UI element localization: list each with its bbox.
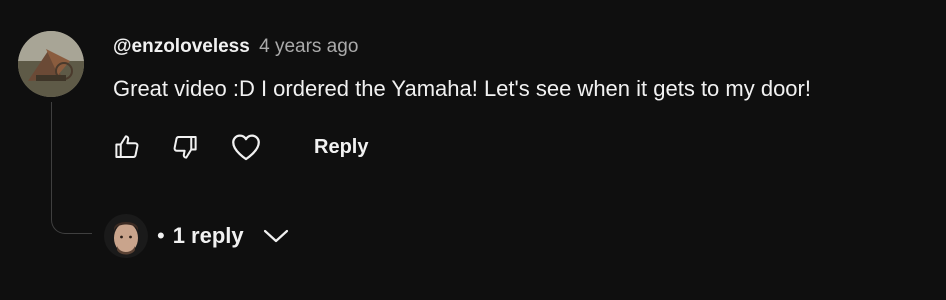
reply-button[interactable]: Reply xyxy=(304,130,378,164)
view-replies-button[interactable]: • 1 reply xyxy=(104,213,290,259)
thumbs-up-icon xyxy=(115,135,139,158)
chevron-down-icon xyxy=(262,226,290,246)
commenter-avatar-image xyxy=(18,31,84,97)
comment-header: @enzoloveless 4 years ago xyxy=(113,36,358,58)
heart-icon xyxy=(232,134,260,161)
reply-count-label: 1 reply xyxy=(172,223,244,248)
commenter-avatar[interactable] xyxy=(18,31,84,97)
comment-timestamp[interactable]: 4 years ago xyxy=(259,36,358,57)
comment-author[interactable]: @enzoloveless xyxy=(113,36,250,57)
comment-text: Great video :D I ordered the Yamaha! Let… xyxy=(113,76,811,101)
replier-avatar-image xyxy=(104,214,148,258)
reply-bullet: • xyxy=(157,223,165,248)
thread-connector-line xyxy=(51,102,92,234)
like-button[interactable] xyxy=(108,128,146,166)
replier-avatar xyxy=(104,214,148,258)
thumbs-down-icon xyxy=(173,136,197,159)
heart-button[interactable] xyxy=(226,128,266,166)
dislike-button[interactable] xyxy=(166,128,204,166)
